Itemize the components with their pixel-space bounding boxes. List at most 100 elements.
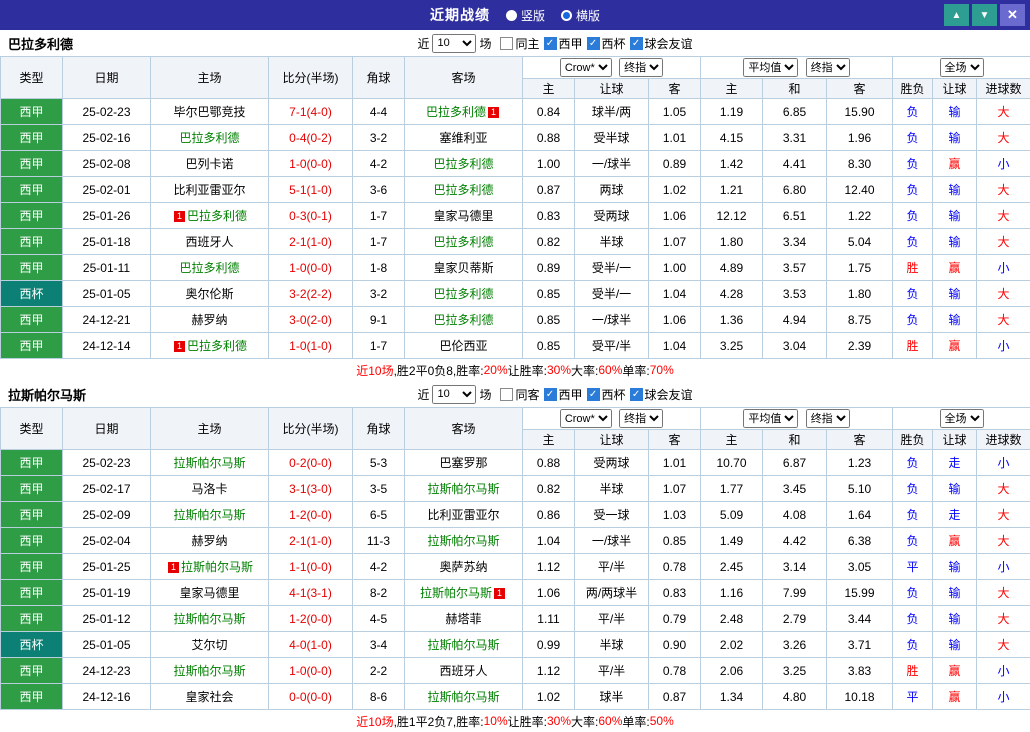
match-date: 25-01-12 [62, 605, 151, 632]
euro-source-select[interactable]: 平均值 [743, 409, 799, 428]
result-scope-header: 全场 [892, 407, 1030, 430]
result-handicap: 输 [932, 553, 978, 580]
away-team[interactable]: 西班牙人 [404, 657, 523, 684]
away-team[interactable]: 比利亚雷亚尔 [404, 501, 523, 528]
recent-count-select[interactable]: 10 [432, 33, 477, 53]
result-scope-select[interactable]: 全场 [939, 58, 984, 77]
checkbox-checked-icon[interactable]: ✓ [586, 387, 600, 401]
away-team[interactable]: 巴拉多利德 1 [404, 98, 523, 125]
home-team[interactable]: 1 巴拉多利德 [150, 202, 269, 229]
away-team[interactable]: 巴塞罗那 [404, 449, 523, 476]
scroll-up-button[interactable]: ▲ [944, 4, 969, 26]
asia-stage-select[interactable]: 终指 [619, 409, 664, 428]
away-team[interactable]: 拉斯帕尔马斯 1 [404, 579, 523, 606]
fulltime-score: 5-1 [289, 182, 307, 197]
home-team[interactable]: 巴列卡诺 [150, 150, 269, 177]
home-team[interactable]: 巴拉多利德 [150, 124, 269, 151]
asia-away-odds: 0.89 [647, 150, 702, 177]
checkbox-checked-icon[interactable]: ✓ [543, 387, 557, 401]
home-team[interactable]: 巴拉多利德 [150, 254, 269, 281]
filter-checkboxes: 同客 ✓ 西甲 ✓ 西杯 ✓ 球会友谊 [500, 386, 696, 403]
asia-home-odds: 0.99 [522, 631, 575, 658]
home-team[interactable]: 赫罗纳 [150, 527, 269, 554]
filter-西甲[interactable]: ✓ 西甲 [543, 35, 583, 52]
home-team[interactable]: 拉斯帕尔马斯 [150, 501, 269, 528]
away-team[interactable]: 巴伦西亚 [404, 332, 523, 359]
halftime-score: (0-0) [306, 455, 332, 470]
home-team[interactable]: 赫罗纳 [150, 306, 269, 333]
asia-handicap: 受半/一 [574, 280, 649, 307]
close-button[interactable]: ✕ [1000, 4, 1025, 26]
checkbox-checked-icon[interactable]: ✓ [586, 36, 600, 50]
home-team[interactable]: 皇家社会 [150, 683, 269, 710]
layout-radio-portrait[interactable]: 竖版 [505, 7, 545, 24]
away-team[interactable]: 巴拉多利德 [404, 150, 523, 177]
result-handicap: 输 [932, 202, 978, 229]
match-date: 24-12-21 [62, 306, 151, 333]
col-header-type: 类型 [0, 56, 63, 99]
checkbox-checked-icon[interactable]: ✓ [543, 36, 557, 50]
euro-draw-odds: 3.53 [762, 280, 828, 307]
match-row: 西甲 25-01-19 皇家马德里 4-1(3-1) 8-2 拉斯帕尔马斯 1 1.06 两/两… [0, 579, 1030, 606]
bookmaker-select[interactable]: Crow* [559, 409, 612, 428]
filter-同主[interactable]: 同主 [500, 35, 540, 52]
filter-西杯[interactable]: ✓ 西杯 [586, 35, 626, 52]
away-team[interactable]: 拉斯帕尔马斯 [404, 683, 523, 710]
euro-source-select[interactable]: 平均值 [743, 58, 799, 77]
result-wdl: 负 [892, 306, 934, 333]
home-team[interactable]: 1 巴拉多利德 [150, 332, 269, 359]
red-card-badge: 1 [488, 107, 499, 118]
filter-球会友谊[interactable]: ✓ 球会友谊 [629, 35, 693, 52]
home-team[interactable]: 毕尔巴鄂竞技 [150, 98, 269, 125]
euro-away-odds: 3.71 [826, 631, 894, 658]
league-tag: 西甲 [0, 527, 63, 554]
filter-西杯[interactable]: ✓ 西杯 [586, 386, 626, 403]
home-team[interactable]: 皇家马德里 [150, 579, 269, 606]
away-team[interactable]: 赫塔菲 [404, 605, 523, 632]
home-team[interactable]: 拉斯帕尔马斯 [150, 449, 269, 476]
asia-stage-select[interactable]: 终指 [619, 58, 664, 77]
asia-home-odds: 0.85 [522, 306, 575, 333]
euro-stage-select[interactable]: 终指 [805, 58, 850, 77]
scroll-down-button[interactable]: ▼ [972, 4, 997, 26]
bookmaker-select[interactable]: Crow* [559, 58, 612, 77]
home-team[interactable]: 马洛卡 [150, 475, 269, 502]
home-team[interactable]: 西班牙人 [150, 228, 269, 255]
away-team[interactable]: 塞维利亚 [404, 124, 523, 151]
home-team[interactable]: 艾尔切 [150, 631, 269, 658]
away-team[interactable]: 巴拉多利德 [404, 228, 523, 255]
away-team[interactable]: 皇家贝蒂斯 [404, 254, 523, 281]
away-team[interactable]: 拉斯帕尔马斯 [404, 631, 523, 658]
away-team[interactable]: 巴拉多利德 [404, 176, 523, 203]
checkbox-checked-icon[interactable]: ✓ [629, 36, 643, 50]
filter-球会友谊[interactable]: ✓ 球会友谊 [629, 386, 693, 403]
checkbox-unchecked-icon[interactable] [500, 36, 514, 50]
checkbox-unchecked-icon[interactable] [500, 387, 514, 401]
away-team[interactable]: 巴拉多利德 [404, 306, 523, 333]
home-team[interactable]: 比利亚雷亚尔 [150, 176, 269, 203]
home-team[interactable]: 拉斯帕尔马斯 [150, 657, 269, 684]
away-team[interactable]: 拉斯帕尔马斯 [404, 527, 523, 554]
filter-同客[interactable]: 同客 [500, 386, 540, 403]
radio-selected-icon[interactable] [561, 9, 572, 21]
fulltime-score: 4-1 [289, 585, 307, 600]
halftime-score: (0-0) [306, 559, 332, 574]
radio-unselected-icon[interactable] [505, 9, 517, 21]
euro-stage-select[interactable]: 终指 [805, 409, 850, 428]
corner-score: 1-8 [352, 254, 405, 281]
home-team[interactable]: 奥尔伦斯 [150, 280, 269, 307]
checkbox-checked-icon[interactable]: ✓ [629, 387, 643, 401]
home-team[interactable]: 拉斯帕尔马斯 [150, 605, 269, 632]
filter-label: 球会友谊 [644, 36, 693, 51]
result-scope-select[interactable]: 全场 [939, 409, 984, 428]
away-team[interactable]: 巴拉多利德 [404, 280, 523, 307]
away-team[interactable]: 奥萨苏纳 [404, 553, 523, 580]
away-team[interactable]: 皇家马德里 [404, 202, 523, 229]
summary-segment: 20% [483, 363, 508, 377]
home-team[interactable]: 1 拉斯帕尔马斯 [150, 553, 269, 580]
filter-西甲[interactable]: ✓ 西甲 [543, 386, 583, 403]
col-header-home: 主场 [150, 56, 269, 99]
layout-radio-landscape[interactable]: 横版 [561, 7, 600, 24]
recent-count-select[interactable]: 10 [432, 384, 477, 404]
away-team[interactable]: 拉斯帕尔马斯 [404, 475, 523, 502]
